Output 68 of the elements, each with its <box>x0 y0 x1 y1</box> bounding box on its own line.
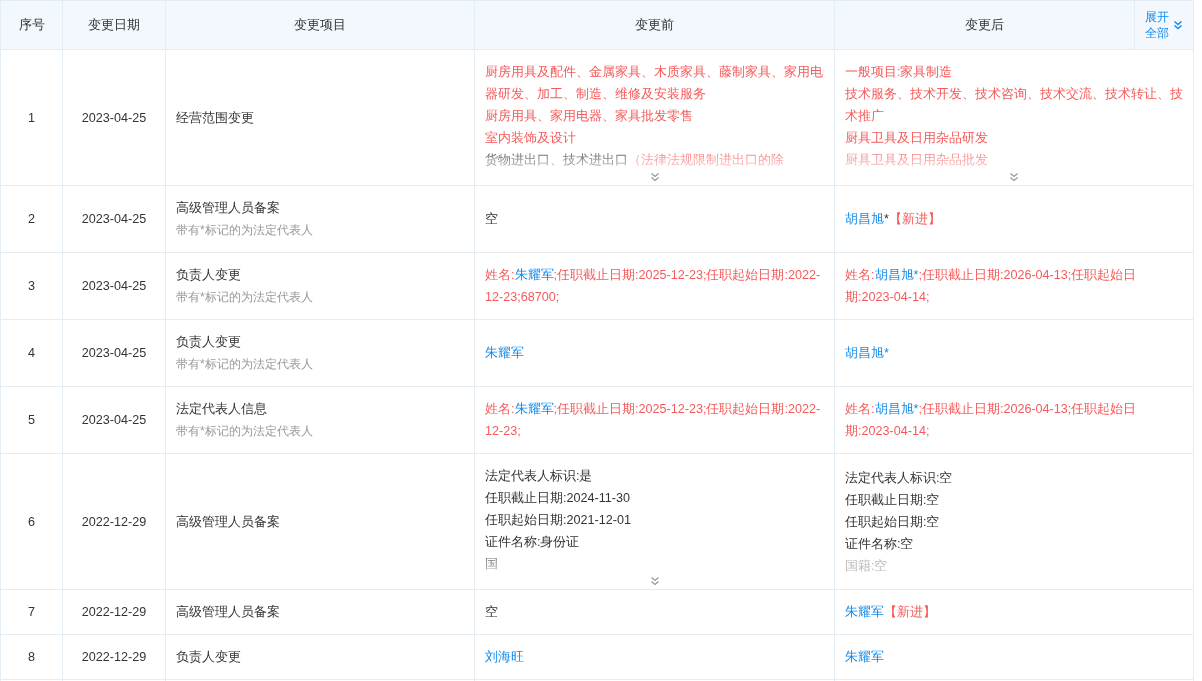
row-number: 6 <box>1 454 63 590</box>
column-header: 变更后 <box>835 0 1135 50</box>
change-text: 国籍:空 <box>845 557 889 575</box>
row-number: 8 <box>1 635 63 680</box>
column-header: 变更日期 <box>63 0 166 50</box>
change-date: 2022-12-29 <box>63 454 166 590</box>
expand-all-button[interactable]: 展开 全部 <box>1135 0 1194 50</box>
change-text: 技术服务、技术开发、技术咨询、技术交流、技术转让、技术推广 <box>845 86 1183 125</box>
row-number: 7 <box>1 590 63 635</box>
change-text: 任职起始日期:空 <box>845 513 941 531</box>
legal-rep-note: 带有*标记的为法定代表人 <box>176 356 313 373</box>
change-text: 室内装饰及设计 <box>485 130 577 147</box>
change-item: 法定代表人信息 <box>176 401 267 418</box>
change-text: 厨具卫具及日用杂品批发 <box>845 152 989 169</box>
change-text: 一般项目:家具制造 <box>845 64 954 81</box>
change-text: 空 <box>485 604 499 621</box>
change-text: 法定代表人标识:空 <box>845 469 954 487</box>
expand-icon[interactable] <box>649 172 660 182</box>
change-date: 2022-12-29 <box>63 635 166 680</box>
change-text: 姓名:胡昌旭*;任职截止日期:2026-04-13;任职起始日期:2023-04-14; <box>845 401 1138 440</box>
change-date: 2023-04-25 <box>63 320 166 387</box>
change-text: 刘海旺 <box>485 649 525 666</box>
change-date: 2022-12-29 <box>63 590 166 635</box>
legal-rep-note: 带有*标记的为法定代表人 <box>176 222 313 239</box>
legal-rep-note: 带有*标记的为法定代表人 <box>176 423 313 440</box>
change-text: 空 <box>485 211 499 228</box>
change-text: 姓名:胡昌旭*;任职截止日期:2026-04-13;任职起始日期:2023-04-14; <box>845 267 1138 306</box>
change-item: 负责人变更 <box>176 267 241 284</box>
change-text: 证件名称:身份证 <box>485 534 581 551</box>
change-text: 证件名称:空 <box>845 535 915 553</box>
column-header: 变更项目 <box>166 0 475 50</box>
row-number: 2 <box>1 186 63 253</box>
change-text: 姓名:朱耀军;任职截止日期:2025-12-23;任职起始日期:2022-12-23;68700; <box>485 267 822 306</box>
change-text: 朱耀军【新进】 <box>845 604 937 621</box>
change-text: 法定代表人标识:是 <box>485 468 594 485</box>
change-item: 负责人变更 <box>176 334 241 351</box>
row-number: 5 <box>1 387 63 454</box>
column-header: 变更前 <box>475 0 835 50</box>
change-text: 厨具卫具及日用杂品研发 <box>845 130 989 147</box>
change-text: 货物进出口、技术进出口（法律法规限制进出口的除 <box>485 152 785 169</box>
change-text: 胡昌旭*【新进】 <box>845 211 942 228</box>
row-number: 3 <box>1 253 63 320</box>
change-text: 朱耀军 <box>485 345 525 362</box>
change-date: 2023-04-25 <box>63 186 166 253</box>
double-chevron-icon <box>1173 20 1183 30</box>
row-number: 1 <box>1 50 63 186</box>
change-item: 经营范围变更 <box>176 109 254 127</box>
change-item: 高级管理人员备案 <box>176 200 280 217</box>
change-text: 任职截止日期:空 <box>845 491 941 509</box>
change-date: 2023-04-25 <box>63 253 166 320</box>
change-item: 高级管理人员备案 <box>176 513 280 531</box>
change-date: 2023-04-25 <box>63 387 166 454</box>
change-text: 国 <box>485 556 499 573</box>
change-text: 厨房用具及配件、金属家具、木质家具、藤制家具、家用电器研发、加工、制造、维修及安装服务 <box>485 64 824 103</box>
change-date: 2023-04-25 <box>63 50 166 186</box>
change-text: 朱耀军 <box>845 649 885 666</box>
change-text: 姓名:朱耀军;任职截止日期:2025-12-23;任职起始日期:2022-12-23; <box>485 401 822 440</box>
change-text: 厨房用具、家用电器、家具批发零售 <box>485 108 694 125</box>
legal-rep-note: 带有*标记的为法定代表人 <box>176 289 313 306</box>
column-header: 序号 <box>1 0 63 50</box>
change-item: 高级管理人员备案 <box>176 604 280 621</box>
change-text: 任职起始日期:2021-12-01 <box>485 512 632 529</box>
change-text: 胡昌旭* <box>845 345 890 362</box>
change-text: 任职截止日期:2024-11-30 <box>485 490 631 507</box>
row-number: 4 <box>1 320 63 387</box>
change-item: 负责人变更 <box>176 649 241 666</box>
expand-icon[interactable] <box>649 576 660 586</box>
expand-icon[interactable] <box>1009 172 1019 182</box>
